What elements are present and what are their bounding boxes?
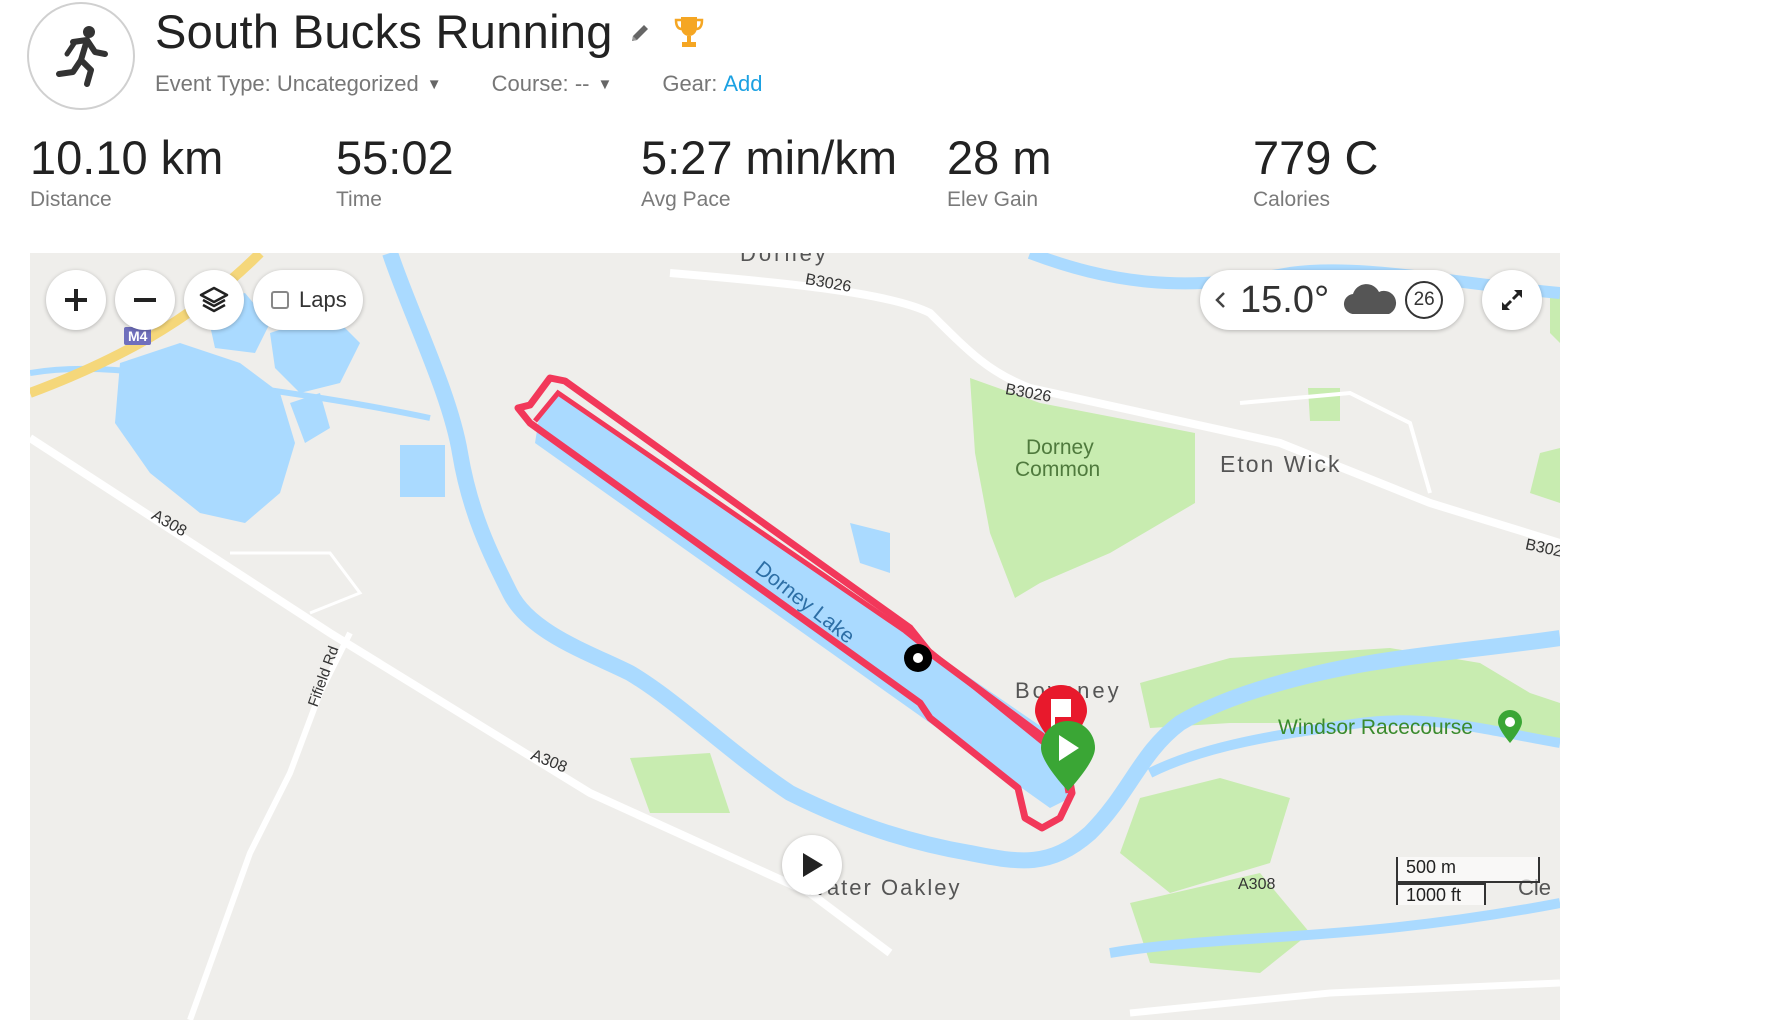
stat-value: 779 C	[1253, 131, 1379, 184]
map-layers-button[interactable]	[184, 270, 244, 330]
wind-speed-indicator: 26	[1405, 281, 1444, 319]
fullscreen-button[interactable]	[1482, 270, 1542, 330]
play-route-button[interactable]	[782, 835, 842, 895]
edit-pencil-icon[interactable]	[629, 22, 651, 49]
stat-value: 10.10 km	[30, 131, 224, 184]
stat-value: 28 m	[947, 131, 1052, 184]
start-marker-icon[interactable]	[1039, 721, 1097, 793]
map-label: Dorney	[740, 253, 829, 266]
stat-label: Time	[336, 188, 382, 211]
expand-icon	[1502, 290, 1522, 310]
scale-bar-imperial: 1000 ft	[1396, 883, 1486, 905]
plus-icon	[65, 289, 87, 311]
route-map[interactable]: Dorney B3026 B3026 B302 M4 Dorney Common…	[30, 253, 1560, 1020]
zoom-out-button[interactable]	[115, 270, 175, 330]
course-value: --	[574, 71, 590, 96]
event-type-value: Uncategorized	[276, 71, 419, 96]
trophy-icon[interactable]	[673, 15, 705, 54]
weather-widget[interactable]: 15.0° 26	[1200, 270, 1464, 330]
stat-avg-pace: 5:27 min/km Avg Pace	[641, 128, 897, 212]
stat-label: Avg Pace	[641, 188, 731, 211]
layers-icon	[199, 286, 229, 313]
stats-bar: 10.10 km Distance 55:02 Time 5:27 min/km…	[0, 128, 1786, 228]
place-pin-icon[interactable]	[1496, 709, 1524, 745]
stat-value: 5:27 min/km	[641, 131, 897, 184]
minus-icon	[134, 298, 156, 302]
event-type-dropdown[interactable]: Event Type: Uncategorized ▼	[155, 71, 442, 97]
scale-metric-label: 500 m	[1406, 857, 1457, 877]
activity-meta-row: Event Type: Uncategorized ▼ Course: -- ▼…	[155, 71, 813, 97]
map-base-layer	[30, 253, 1560, 1020]
course-dropdown[interactable]: Course: -- ▼	[492, 71, 613, 97]
map-label: Common	[1015, 458, 1101, 481]
stat-distance: 10.10 km Distance	[30, 128, 223, 212]
play-icon	[803, 853, 823, 877]
laps-checkbox[interactable]	[271, 291, 289, 309]
map-label: Eton Wick	[1220, 451, 1342, 477]
cloud-icon	[1343, 284, 1397, 316]
laps-toggle[interactable]: Laps	[253, 270, 363, 330]
stat-time: 55:02 Time	[336, 128, 454, 212]
zoom-in-button[interactable]	[46, 270, 106, 330]
stat-label: Distance	[30, 188, 112, 211]
event-type-label: Event Type:	[155, 71, 271, 96]
temperature-value: 15.0°	[1240, 278, 1330, 321]
stat-value: 55:02	[336, 131, 454, 184]
gear-label: Gear:	[662, 71, 718, 96]
course-label: Course:	[491, 71, 569, 96]
title-row: South Bucks Running	[155, 4, 705, 59]
chevron-left-icon[interactable]	[1214, 291, 1226, 309]
laps-label: Laps	[299, 287, 347, 312]
stat-elev-gain: 28 m Elev Gain	[947, 128, 1052, 212]
map-label: A308	[1238, 876, 1276, 893]
scale-imperial-label: 1000 ft	[1406, 885, 1462, 905]
map-label: Dorney	[1026, 436, 1094, 459]
activity-title: South Bucks Running	[155, 5, 613, 58]
running-person-icon	[56, 26, 108, 87]
map-scale: 500 m 1000 ft	[1396, 857, 1540, 905]
add-gear-link[interactable]: Add	[723, 71, 762, 97]
stat-calories: 779 C Calories	[1253, 128, 1378, 212]
caret-down-icon: ▼	[597, 75, 613, 93]
map-label: Windsor Racecourse	[1278, 716, 1473, 739]
wind-speed-value: 26	[1413, 289, 1435, 310]
caret-down-icon: ▼	[426, 75, 442, 93]
gear-field: Gear: Add	[662, 71, 762, 97]
stat-label: Calories	[1253, 188, 1331, 211]
scale-bar-metric: 500 m	[1396, 857, 1540, 883]
activity-type-avatar	[27, 2, 135, 110]
stat-label: Elev Gain	[947, 188, 1039, 211]
